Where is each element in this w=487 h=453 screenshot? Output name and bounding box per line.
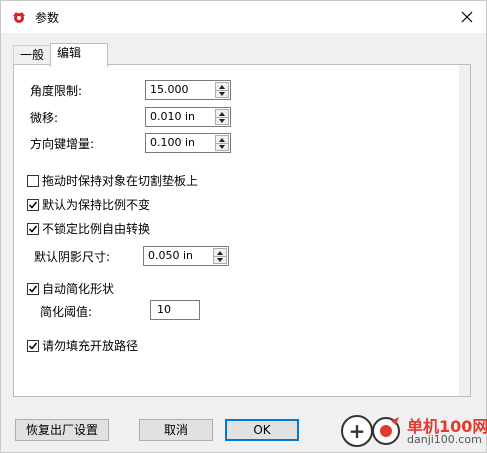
shadow-size-value: 0.050 in <box>148 249 194 262</box>
tab-general[interactable]: 一般 <box>13 45 51 65</box>
scrollbar[interactable] <box>459 65 470 396</box>
keep-ratio-label: 默认为保持比例不变 <box>42 198 151 212</box>
keep-on-mat-label: 拖动时保持对象在切割垫板上 <box>42 174 199 188</box>
checkbox-box[interactable] <box>27 339 39 352</box>
simplify-threshold-value: 10 <box>157 303 171 316</box>
preferences-dialog: 参数 一般 编辑 角度限制: 15.000 微移: 0.010 in 方向键增量… <box>0 0 487 453</box>
arrow-increment-value: 0.100 in <box>150 136 196 149</box>
auto-simplify-label: 自动简化形状 <box>42 282 115 296</box>
keep-ratio-checkbox[interactable]: 默认为保持比例不变 <box>27 196 150 213</box>
arrow-up-icon <box>219 137 225 142</box>
unlocked-free-label: 不锁定比例自由转换 <box>42 222 151 236</box>
close-button[interactable] <box>452 3 482 31</box>
cancel-button[interactable]: 取消 <box>139 419 213 441</box>
arrow-up-icon <box>217 250 223 255</box>
checkbox-box[interactable] <box>27 174 39 187</box>
simplify-threshold-input[interactable]: 10 <box>150 300 200 320</box>
title-bar[interactable]: 参数 <box>1 1 486 33</box>
reset-defaults-button[interactable]: 恢复出厂设置 <box>15 419 109 441</box>
window-title: 参数 <box>35 11 60 25</box>
unlocked-free-checkbox[interactable]: 不锁定比例自由转换 <box>27 220 150 237</box>
checkmark-icon <box>28 225 38 233</box>
app-logo-icon <box>13 12 25 23</box>
arrow-up-icon <box>219 111 225 116</box>
angle-limit-label: 角度限制: <box>30 84 83 98</box>
shadow-size-label: 默认阴影尺寸: <box>34 250 111 264</box>
arrow-down-icon <box>217 257 223 262</box>
shadow-size-down-button[interactable] <box>214 256 226 263</box>
checkmark-icon <box>28 342 38 350</box>
angle-limit-down-button[interactable] <box>216 90 228 97</box>
arrow-down-icon <box>219 118 225 123</box>
watermark: + 单机100网 danji100.com <box>341 411 487 451</box>
simplify-threshold-label: 简化阈值: <box>40 305 93 319</box>
arrow-increment-spinner[interactable]: 0.100 in <box>145 133 231 153</box>
nudge-value: 0.010 in <box>150 110 196 123</box>
nudge-spinner[interactable]: 0.010 in <box>145 107 231 127</box>
arrow-down-icon <box>219 144 225 149</box>
keep-on-mat-checkbox[interactable]: 拖动时保持对象在切割垫板上 <box>27 172 198 189</box>
checkmark-icon <box>28 285 38 293</box>
no-fill-open-checkbox[interactable]: 请勿填充开放路径 <box>27 337 138 354</box>
checkbox-box[interactable] <box>27 198 39 211</box>
auto-simplify-checkbox[interactable]: 自动简化形状 <box>27 280 114 297</box>
arrow-up-icon <box>219 84 225 89</box>
arrow-increment-label: 方向键增量: <box>30 137 95 151</box>
no-fill-open-label: 请勿填充开放路径 <box>42 339 139 353</box>
edit-panel: 角度限制: 15.000 微移: 0.010 in 方向键增量: 0.100 i… <box>13 64 471 397</box>
watermark-site-url: danji100.com <box>407 433 482 446</box>
checkbox-box[interactable] <box>27 222 39 235</box>
tab-edit[interactable]: 编辑 <box>50 43 108 67</box>
arrow-increment-down-button[interactable] <box>216 143 228 150</box>
checkbox-box[interactable] <box>27 282 39 295</box>
nudge-down-button[interactable] <box>216 117 228 124</box>
nudge-label: 微移: <box>30 111 59 125</box>
watermark-logo-icon <box>372 417 400 445</box>
ok-button[interactable]: OK <box>225 419 299 441</box>
arrow-down-icon <box>219 91 225 96</box>
close-icon <box>461 11 473 23</box>
checkmark-icon <box>28 201 38 209</box>
angle-limit-value: 15.000 <box>150 83 189 96</box>
angle-limit-spinner[interactable]: 15.000 <box>145 80 231 100</box>
shadow-size-spinner[interactable]: 0.050 in <box>143 246 229 266</box>
